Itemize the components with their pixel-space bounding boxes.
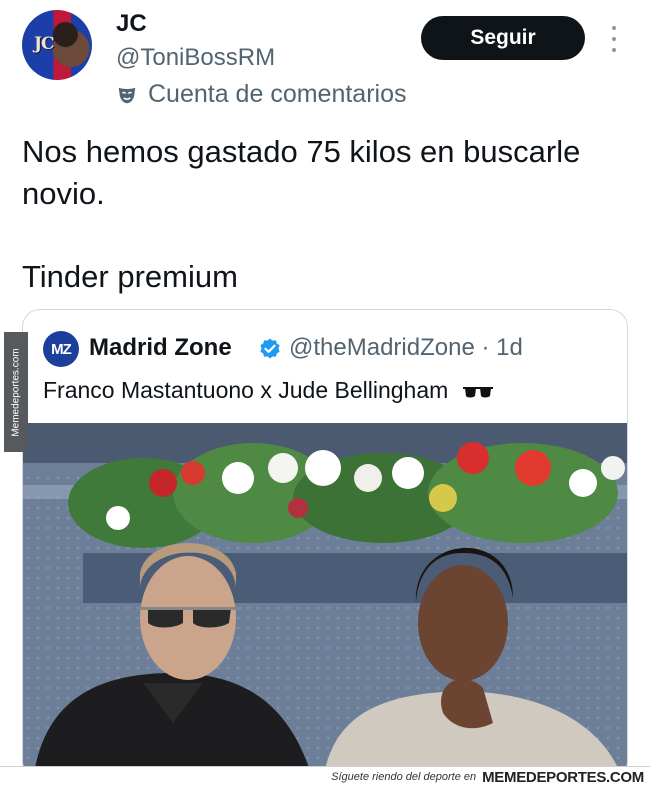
side-watermark-text: Memedeportes.com	[10, 347, 22, 437]
verified-badge-icon	[260, 338, 280, 359]
quoted-text: Franco Mastantuono x Jude Bellingham	[43, 377, 493, 404]
follow-button[interactable]: Seguir	[421, 16, 585, 60]
footer-watermark: Síguete riendo del deporte en MEMEDEPORT…	[0, 766, 650, 787]
tweet-text-line: Tinder premium	[22, 259, 238, 294]
footer-brand: MEMEDEPORTES.COM	[482, 768, 644, 786]
more-vertical-icon[interactable]	[604, 26, 624, 52]
quoted-text-content: Franco Mastantuono x Jude Bellingham	[43, 377, 449, 403]
tweet-text-line: Nos hemos gastado 75 kilos en buscarle	[22, 134, 581, 169]
side-watermark: Memedeportes.com	[4, 332, 28, 452]
footer-tagline: Síguete riendo del deporte en	[331, 771, 477, 783]
quoted-avatar[interactable]: MZ	[43, 331, 79, 367]
mask-icon	[118, 87, 136, 103]
sunglasses-icon	[462, 386, 493, 398]
photo-illustration	[23, 423, 627, 778]
avatar-text: JC	[34, 34, 55, 54]
quoted-photo[interactable]	[23, 423, 627, 778]
author-avatar[interactable]: JC	[22, 10, 92, 80]
account-label: Cuenta de comentarios	[116, 80, 406, 109]
author-handle[interactable]: @ToniBossRM	[116, 44, 275, 72]
quoted-tweet-card[interactable]: MZ Madrid Zone @theMadridZone · 1d Franc…	[22, 309, 628, 779]
author-display-name[interactable]: JC	[116, 10, 147, 38]
account-label-text: Cuenta de comentarios	[148, 80, 407, 108]
tweet-text-line: novio.	[22, 176, 105, 211]
quoted-display-name[interactable]: Madrid Zone	[89, 334, 232, 362]
quoted-handle-time[interactable]: @theMadridZone · 1d	[289, 334, 523, 362]
